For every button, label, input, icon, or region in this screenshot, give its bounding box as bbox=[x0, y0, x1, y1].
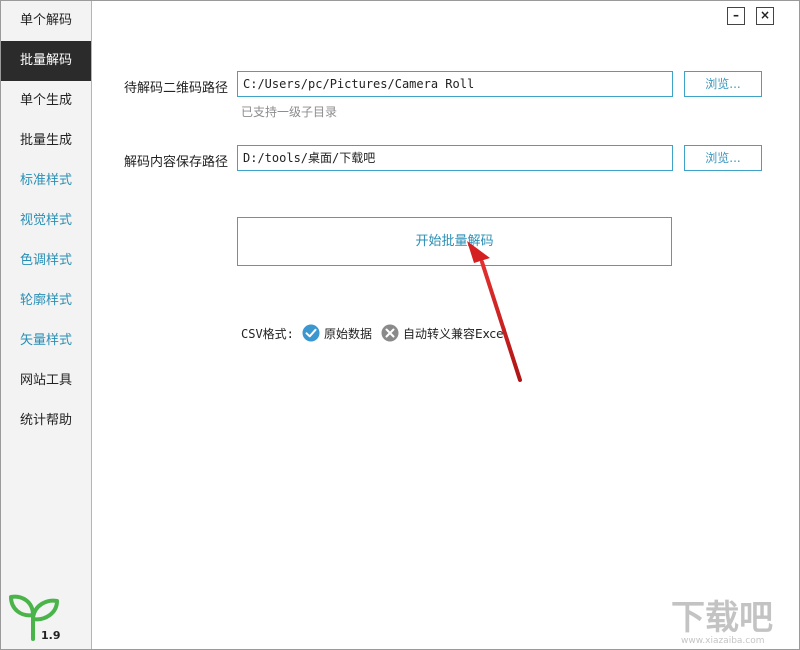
sidebar-item-stats-help[interactable]: 统计帮助 bbox=[1, 401, 91, 441]
x-circle-icon bbox=[381, 324, 399, 342]
output-path-label: 解码内容保存路径 bbox=[123, 155, 228, 170]
check-circle-icon bbox=[302, 324, 320, 342]
watermark-logo: 下载吧 www.xiazaiba.com bbox=[671, 598, 773, 645]
sidebar-item-vector-style[interactable]: 矢量样式 bbox=[1, 321, 91, 361]
close-button[interactable]: × bbox=[756, 7, 774, 25]
sidebar: 单个解码 批量解码 单个生成 批量生成 标准样式 视觉样式 色调样式 轮廓样式 … bbox=[1, 1, 92, 649]
sidebar-item-visual-style[interactable]: 视觉样式 bbox=[1, 201, 91, 241]
browse-output-button[interactable]: 浏览... bbox=[684, 145, 762, 171]
sidebar-item-outline-style[interactable]: 轮廓样式 bbox=[1, 281, 91, 321]
sidebar-item-single-decode[interactable]: 单个解码 bbox=[1, 1, 91, 41]
csv-format-label: CSV格式: bbox=[241, 327, 294, 341]
subdirectory-hint: 已支持一级子目录 bbox=[241, 105, 338, 119]
source-path-field[interactable]: C:/Users/pc/Pictures/Camera Roll bbox=[237, 71, 673, 97]
source-path-label: 待解码二维码路径 bbox=[123, 81, 228, 96]
version-label: 1.9 bbox=[41, 629, 61, 642]
csv-option-excel-escape-label: 自动转义兼容Excel bbox=[403, 327, 507, 341]
sidebar-item-batch-generate[interactable]: 批量生成 bbox=[1, 121, 91, 161]
start-batch-decode-button[interactable]: 开始批量解码 bbox=[237, 217, 672, 266]
watermark-text: 下载吧 bbox=[671, 598, 773, 638]
output-path-field[interactable]: D:/tools/桌面/下载吧 bbox=[237, 145, 673, 171]
browse-source-button[interactable]: 浏览... bbox=[684, 71, 762, 97]
watermark-url: www.xiazaiba.com bbox=[681, 636, 765, 645]
sidebar-item-batch-decode[interactable]: 批量解码 bbox=[1, 41, 91, 81]
sidebar-item-standard-style[interactable]: 标准样式 bbox=[1, 161, 91, 201]
csv-option-raw-label: 原始数据 bbox=[324, 327, 373, 341]
minimize-button[interactable]: – bbox=[727, 7, 745, 25]
sidebar-item-single-generate[interactable]: 单个生成 bbox=[1, 81, 91, 121]
sidebar-item-tone-style[interactable]: 色调样式 bbox=[1, 241, 91, 281]
sidebar-item-web-tools[interactable]: 网站工具 bbox=[1, 361, 91, 401]
app-window: 单个解码 批量解码 单个生成 批量生成 标准样式 视觉样式 色调样式 轮廓样式 … bbox=[0, 0, 800, 650]
